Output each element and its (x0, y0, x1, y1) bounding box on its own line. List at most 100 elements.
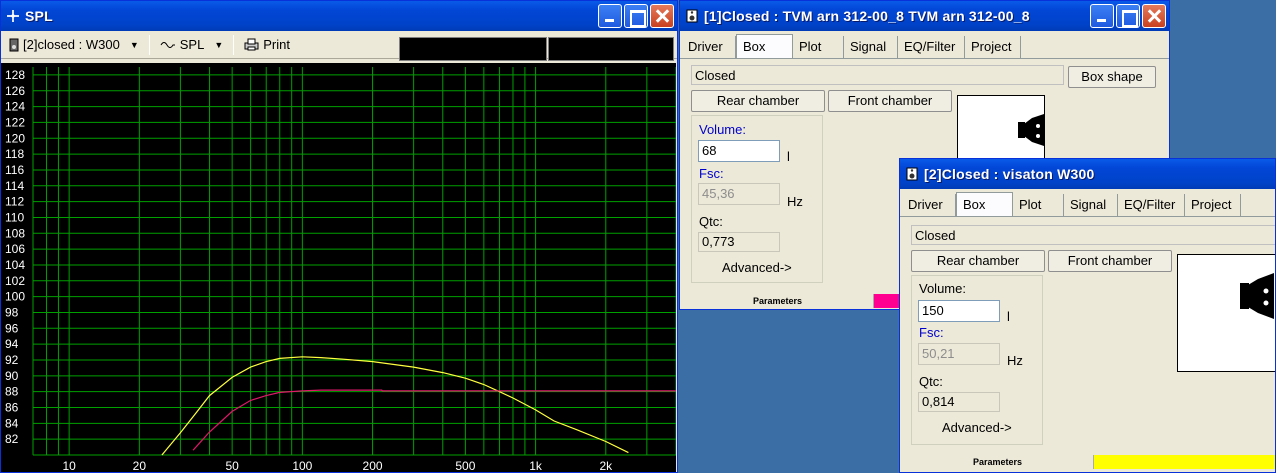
front-chamber-button[interactable]: Front chamber (1048, 250, 1172, 272)
fsc-unit: Hz (787, 194, 803, 209)
driver-select[interactable]: [2]closed : W300 ▼ (5, 34, 143, 56)
box-window-2: [2]Closed : visaton W300 Driver Box Plot… (899, 158, 1276, 473)
win2-tabs: Driver Box Plot Signal EQ/Filter Project (900, 189, 1275, 217)
tab-plot[interactable]: Plot (1013, 194, 1064, 216)
print-button[interactable]: Print (240, 34, 294, 56)
box-preview (1177, 254, 1275, 372)
driver-cross-section-icon (1018, 114, 1044, 146)
qtc-value: 0,773 (698, 232, 780, 252)
minimize-button[interactable] (598, 4, 622, 28)
tab-box[interactable]: Box (956, 192, 1013, 216)
y-tick-label: 124 (5, 100, 25, 114)
x-tick-label: 100 (292, 459, 312, 473)
win2-titlebar[interactable]: [2]Closed : visaton W300 (900, 159, 1275, 189)
win1-title: [1]Closed : TVM arn 312-00_8 TVM arn 312… (704, 8, 1030, 24)
rear-chamber-button[interactable]: Rear chamber (911, 250, 1045, 272)
tab-signal[interactable]: Signal (1064, 194, 1118, 216)
y-tick-label: 104 (5, 258, 25, 272)
qtc-label: Qtc: (699, 214, 723, 229)
tab-box[interactable]: Box (736, 34, 793, 58)
y-tick-label: 106 (5, 242, 25, 256)
close-button[interactable] (1142, 4, 1166, 28)
y-tick-label: 100 (5, 290, 25, 304)
y-tick-label: 112 (5, 195, 24, 209)
driver-select-value: [2]closed : W300 (23, 37, 120, 52)
win2-title: [2]Closed : visaton W300 (924, 166, 1095, 182)
readout-box-left (399, 37, 547, 61)
chevron-down-icon: ▼ (214, 39, 224, 50)
x-tick-label: 50 (225, 459, 239, 473)
y-tick-label: 96 (5, 321, 19, 335)
front-chamber-button[interactable]: Front chamber (828, 90, 952, 112)
chevron-down-icon: ▼ (129, 39, 139, 50)
readout-box-right (548, 37, 674, 61)
fsc-field: 50,21 (918, 343, 1000, 365)
y-tick-label: 90 (5, 369, 19, 383)
x-tick-label: 10 (62, 459, 76, 473)
x-tick-label: 200 (363, 459, 383, 473)
y-tick-label: 82 (5, 432, 19, 446)
y-tick-label: 122 (5, 115, 25, 129)
y-tick-label: 84 (5, 416, 19, 430)
fsc-unit: Hz (1007, 353, 1023, 368)
tab-signal[interactable]: Signal (844, 36, 898, 58)
maximize-button[interactable] (624, 4, 648, 28)
win1-tabs: Driver Box Plot Signal EQ/Filter Project (680, 31, 1169, 59)
y-tick-label: 92 (5, 353, 19, 367)
y-tick-label: 118 (5, 147, 24, 161)
y-tick-label: 94 (5, 337, 19, 351)
chart-background (1, 63, 676, 472)
speaker-icon (906, 167, 918, 181)
tab-driver[interactable]: Driver (902, 194, 956, 216)
fsc-label: Fsc: (699, 166, 724, 181)
minimize-button[interactable] (1090, 4, 1114, 28)
spl-window-title: SPL (25, 8, 53, 24)
tab-project[interactable]: Project (965, 36, 1021, 58)
volume-label: Volume: (919, 281, 966, 296)
advanced-link[interactable]: Advanced-> (942, 420, 1012, 435)
parameters-status: Parameters (682, 294, 874, 308)
curve-select[interactable]: SPL ▼ (156, 34, 228, 56)
volume-label: Volume: (699, 122, 746, 137)
advanced-link[interactable]: Advanced-> (722, 260, 792, 275)
box-type-field: Closed (911, 225, 1275, 245)
fsc-label: Fsc: (919, 325, 944, 340)
tab-driver[interactable]: Driver (682, 36, 736, 58)
toolbar-divider (148, 34, 150, 55)
y-tick-label: 128 (5, 68, 25, 82)
tab-eq-filter[interactable]: EQ/Filter (1118, 194, 1185, 216)
y-tick-label: 98 (5, 305, 19, 319)
qtc-value: 0,814 (918, 392, 1000, 412)
tab-plot[interactable]: Plot (793, 36, 844, 58)
volume-unit: l (1007, 309, 1010, 324)
volume-input[interactable]: 150 (918, 300, 1000, 322)
box-preview (957, 95, 1045, 165)
tab-eq-filter[interactable]: EQ/Filter (898, 36, 965, 58)
curve-select-value: SPL (179, 37, 205, 52)
spl-chart-area[interactable]: 82 84 86 88 90 92 94 96 98 100 102 104 106 108 110 112 1… (1, 63, 677, 473)
fsc-field: 45,36 (698, 183, 780, 205)
toolbar-divider (233, 34, 235, 55)
y-tick-label: 102 (5, 274, 25, 288)
speaker-icon (9, 38, 19, 51)
y-tick-label: 126 (5, 84, 25, 98)
rear-chamber-button[interactable]: Rear chamber (691, 90, 825, 112)
spl-chart[interactable]: 8284868890929496981001021041061081101121… (1, 63, 677, 473)
print-label: Print (263, 37, 290, 52)
crosshair-icon (7, 10, 19, 22)
spl-titlebar[interactable]: SPL (1, 1, 677, 31)
x-tick-label: 500 (455, 459, 475, 473)
y-tick-label: 120 (5, 131, 25, 145)
win1-titlebar[interactable]: [1]Closed : TVM arn 312-00_8 TVM arn 312… (680, 1, 1169, 31)
y-tick-label: 114 (5, 179, 24, 193)
y-tick-label: 86 (5, 400, 19, 414)
tab-project[interactable]: Project (1185, 194, 1241, 216)
close-button[interactable] (650, 4, 674, 28)
y-tick-label: 110 (5, 210, 24, 224)
box-type-field: Closed (691, 65, 1064, 85)
win2-statusbar: Parameters (902, 455, 1275, 469)
volume-input[interactable]: 68 (698, 140, 780, 162)
maximize-button[interactable] (1116, 4, 1140, 28)
x-tick-label: 1k (529, 459, 543, 473)
box-shape-button[interactable]: Box shape (1068, 66, 1156, 88)
